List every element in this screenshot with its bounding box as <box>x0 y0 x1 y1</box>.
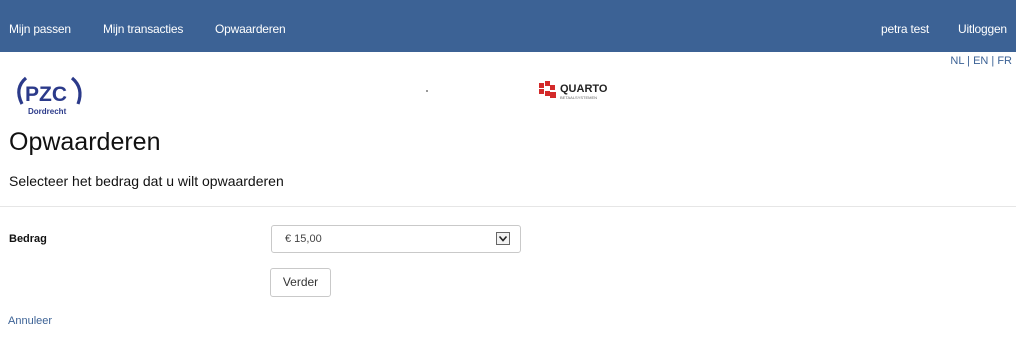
lang-separator: | <box>964 55 974 67</box>
amount-label: Bedrag <box>9 233 47 245</box>
nav-my-transactions[interactable]: Mijn transacties <box>103 22 183 36</box>
pzc-logo-subtext: Dordrecht <box>28 107 67 116</box>
quarto-mark-icon <box>539 81 556 98</box>
chevron-down-icon[interactable] <box>496 232 510 245</box>
nav-user-name[interactable]: petra test <box>881 22 929 36</box>
nav-my-passes[interactable]: Mijn passen <box>9 22 71 36</box>
quarto-logo-subtext: BETAALSYSTEMEN <box>560 95 597 100</box>
pzc-logo: PZC Dordrecht <box>17 76 82 116</box>
cancel-link[interactable]: Annuleer <box>8 315 52 327</box>
lang-en-link[interactable]: EN <box>973 55 988 67</box>
lang-fr-link[interactable]: FR <box>997 55 1012 67</box>
logout-link[interactable]: Uitloggen <box>958 22 1007 36</box>
page-subtitle: Selecteer het bedrag dat u wilt opwaarde… <box>9 173 284 189</box>
amount-select[interactable]: € 15,00 <box>271 225 521 253</box>
nav-top-up[interactable]: Opwaarderen <box>215 22 286 36</box>
pzc-logo-text: PZC <box>25 83 67 106</box>
next-button[interactable]: Verder <box>270 268 331 297</box>
section-divider <box>0 206 1016 207</box>
lang-separator: | <box>988 55 998 67</box>
quarto-logo-text: QUARTO <box>560 83 608 95</box>
top-navbar: Mijn passen Mijn transacties Opwaarderen… <box>0 0 1016 52</box>
quarto-logo: QUARTO BETAALSYSTEMEN <box>539 81 608 100</box>
separator-dot <box>426 90 428 92</box>
amount-selected-value: € 15,00 <box>285 233 322 245</box>
lang-nl-link[interactable]: NL <box>950 55 964 67</box>
page-title: Opwaarderen <box>9 128 161 156</box>
language-switcher: NL | EN | FR <box>950 55 1012 67</box>
